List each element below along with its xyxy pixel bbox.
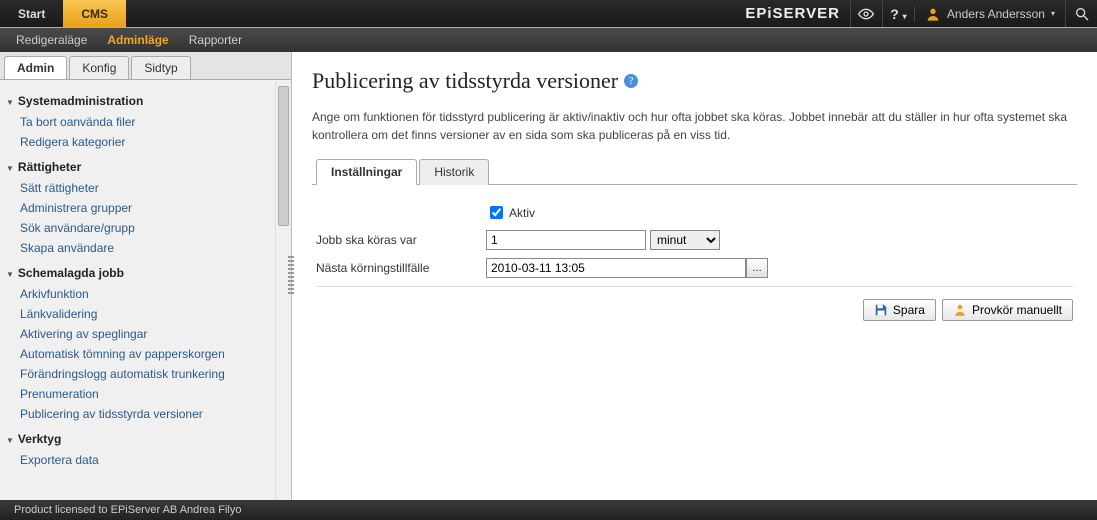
sidebar-tab-konfig[interactable]: Konfig [69,56,129,79]
subbar-admin[interactable]: Adminläge [97,33,178,47]
sidebar-scroll-thumb[interactable] [278,86,289,226]
tree-item[interactable]: Ta bort oanvända filer [20,112,289,132]
active-label: Aktiv [509,206,535,220]
tree-item[interactable]: Sätt rättigheter [20,178,289,198]
divider [316,286,1073,287]
preview-icon[interactable] [850,0,882,27]
tree-item[interactable]: Automatisk tömning av papperskorgen [20,344,289,364]
topbar-right: EPiSERVER ? ▾ Anders Andersson ▾ [735,0,1097,27]
content-tabs: Inställningar Historik [312,158,1077,185]
tree-section-tools[interactable]: Verktyg [6,432,289,446]
interval-label: Jobb ska köras var [316,233,486,247]
topbar-tabs: Start CMS [0,0,126,27]
top-tab-start[interactable]: Start [0,0,63,27]
page-description: Ange om funktionen för tidsstyrd publice… [312,108,1077,144]
interval-unit-select[interactable]: minut [650,230,720,250]
subbar: Redigeraläge Adminläge Rapporter [0,28,1097,52]
tree-section-scheduled[interactable]: Schemalagda jobb [6,266,289,280]
tree-item[interactable]: Exportera data [20,450,289,470]
sidebar-resize-handle[interactable] [288,256,294,296]
help-icon[interactable]: ? ▾ [882,0,914,27]
user-name: Anders Andersson [947,7,1045,21]
interval-input[interactable] [486,230,646,250]
tree-section-rights[interactable]: Rättigheter [6,160,289,174]
tree-item[interactable]: Publicering av tidsstyrda versioner [20,404,289,424]
sidebar-tab-sidtyp[interactable]: Sidtyp [131,56,190,79]
tree-item[interactable]: Aktivering av speglingar [20,324,289,344]
tree-item[interactable]: Prenumeration [20,384,289,404]
run-button[interactable]: Provkör manuellt [942,299,1073,321]
tree-item[interactable]: Länkvalidering [20,304,289,324]
active-checkbox[interactable] [490,206,503,219]
user-menu[interactable]: Anders Andersson ▾ [914,6,1065,22]
topbar: Start CMS EPiSERVER ? ▾ Anders Andersson… [0,0,1097,28]
run-button-label: Provkör manuellt [972,303,1062,317]
subbar-edit[interactable]: Redigeraläge [6,33,97,47]
page-help-icon[interactable]: ? [624,74,638,88]
settings-form: Aktiv Jobb ska köras var minut Nästa kör… [312,185,1077,339]
footer-text: Product licensed to EPiServer AB Andrea … [14,504,241,516]
search-icon[interactable] [1065,0,1097,27]
tab-history[interactable]: Historik [419,159,489,185]
tree-item[interactable]: Förändringslogg automatisk trunkering [20,364,289,384]
tree-section-sysadmin[interactable]: Systemadministration [6,94,289,108]
next-run-input[interactable] [486,258,746,278]
tree-item[interactable]: Redigera kategorier [20,132,289,152]
tab-settings[interactable]: Inställningar [316,159,417,185]
tree-item[interactable]: Skapa användare [20,238,289,258]
save-button[interactable]: Spara [863,299,936,321]
save-button-label: Spara [893,303,925,317]
date-picker-button[interactable]: … [746,258,768,278]
page-title-text: Publicering av tidsstyrda versioner [312,68,618,94]
save-icon [874,303,888,317]
sidebar-tree: Systemadministration Ta bort oanvända fi… [0,80,291,500]
sidebar-tab-admin[interactable]: Admin [4,56,67,79]
sidebar: Admin Konfig Sidtyp Systemadministration… [0,52,292,500]
action-bar: Spara Provkör manuellt [316,299,1073,321]
tree-item[interactable]: Sök användare/grupp [20,218,289,238]
top-tab-cms[interactable]: CMS [63,0,126,27]
next-run-label: Nästa körningstillfälle [316,261,486,275]
run-icon [953,303,967,317]
tree-item[interactable]: Arkivfunktion [20,284,289,304]
page-title: Publicering av tidsstyrda versioner ? [312,68,1077,94]
main-content: Publicering av tidsstyrda versioner ? An… [292,52,1097,500]
footer: Product licensed to EPiServer AB Andrea … [0,500,1097,520]
brand-logo: EPiSERVER [735,5,850,22]
tree-item[interactable]: Administrera grupper [20,198,289,218]
sidebar-tabs: Admin Konfig Sidtyp [0,52,291,80]
user-icon [925,6,941,22]
subbar-reports[interactable]: Rapporter [179,33,252,47]
chevron-down-icon: ▾ [1051,9,1055,18]
